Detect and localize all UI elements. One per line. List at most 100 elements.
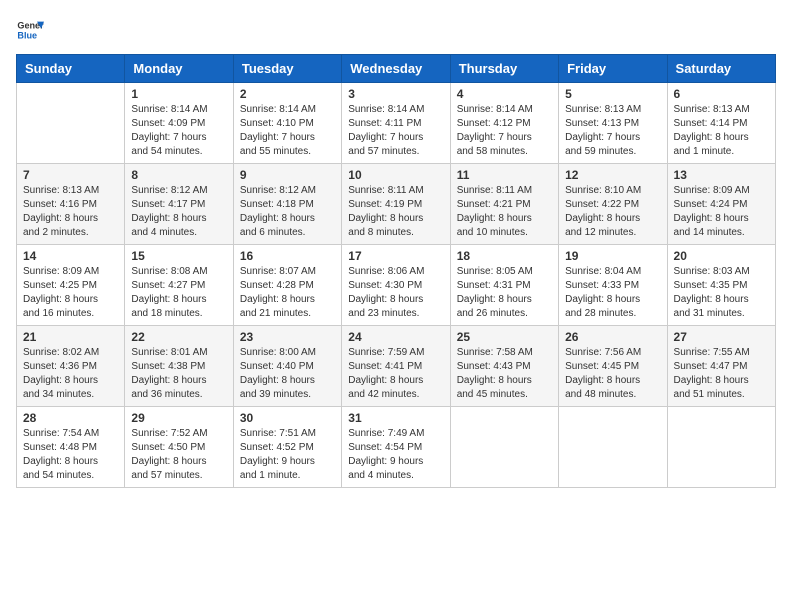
week-row-3: 21 Sunrise: 8:02 AM Sunset: 4:36 PM Dayli… [17, 326, 776, 407]
day-info: Sunrise: 8:13 AM Sunset: 4:13 PM Dayligh… [565, 103, 660, 159]
day-number: 4 [457, 87, 552, 101]
calendar-cell: 9 Sunrise: 8:12 AM Sunset: 4:18 PM Daylig… [233, 164, 341, 245]
calendar-cell: 23 Sunrise: 8:00 AM Sunset: 4:40 PM Dayli… [233, 326, 341, 407]
calendar-cell: 2 Sunrise: 8:14 AM Sunset: 4:10 PM Daylig… [233, 83, 341, 164]
day-number: 26 [565, 330, 660, 344]
calendar-cell: 19 Sunrise: 8:04 AM Sunset: 4:33 PM Dayli… [559, 245, 667, 326]
day-number: 25 [457, 330, 552, 344]
day-info: Sunrise: 7:51 AM Sunset: 4:52 PM Dayligh… [240, 427, 335, 483]
day-info: Sunrise: 8:14 AM Sunset: 4:11 PM Dayligh… [348, 103, 443, 159]
day-info: Sunrise: 8:12 AM Sunset: 4:17 PM Dayligh… [131, 184, 226, 240]
day-info: Sunrise: 8:06 AM Sunset: 4:30 PM Dayligh… [348, 265, 443, 321]
weekday-header-row: SundayMondayTuesdayWednesdayThursdayFrid… [17, 55, 776, 83]
weekday-header-sunday: Sunday [17, 55, 125, 83]
weekday-header-saturday: Saturday [667, 55, 775, 83]
day-number: 1 [131, 87, 226, 101]
day-number: 15 [131, 249, 226, 263]
week-row-0: 1 Sunrise: 8:14 AM Sunset: 4:09 PM Daylig… [17, 83, 776, 164]
day-info: Sunrise: 7:49 AM Sunset: 4:54 PM Dayligh… [348, 427, 443, 483]
calendar-cell [667, 407, 775, 488]
calendar-cell: 30 Sunrise: 7:51 AM Sunset: 4:52 PM Dayli… [233, 407, 341, 488]
calendar-cell: 31 Sunrise: 7:49 AM Sunset: 4:54 PM Dayli… [342, 407, 450, 488]
day-number: 30 [240, 411, 335, 425]
calendar-cell: 4 Sunrise: 8:14 AM Sunset: 4:12 PM Daylig… [450, 83, 558, 164]
calendar-cell: 20 Sunrise: 8:03 AM Sunset: 4:35 PM Dayli… [667, 245, 775, 326]
day-number: 12 [565, 168, 660, 182]
day-info: Sunrise: 8:04 AM Sunset: 4:33 PM Dayligh… [565, 265, 660, 321]
week-row-2: 14 Sunrise: 8:09 AM Sunset: 4:25 PM Dayli… [17, 245, 776, 326]
day-number: 10 [348, 168, 443, 182]
weekday-header-tuesday: Tuesday [233, 55, 341, 83]
week-row-1: 7 Sunrise: 8:13 AM Sunset: 4:16 PM Daylig… [17, 164, 776, 245]
day-info: Sunrise: 8:09 AM Sunset: 4:25 PM Dayligh… [23, 265, 118, 321]
svg-text:Blue: Blue [17, 30, 37, 40]
day-info: Sunrise: 7:55 AM Sunset: 4:47 PM Dayligh… [674, 346, 769, 402]
week-row-4: 28 Sunrise: 7:54 AM Sunset: 4:48 PM Dayli… [17, 407, 776, 488]
weekday-header-monday: Monday [125, 55, 233, 83]
day-info: Sunrise: 7:52 AM Sunset: 4:50 PM Dayligh… [131, 427, 226, 483]
day-info: Sunrise: 8:02 AM Sunset: 4:36 PM Dayligh… [23, 346, 118, 402]
calendar-cell [17, 83, 125, 164]
weekday-header-wednesday: Wednesday [342, 55, 450, 83]
calendar-cell [450, 407, 558, 488]
calendar-table: SundayMondayTuesdayWednesdayThursdayFrid… [16, 54, 776, 488]
day-info: Sunrise: 8:13 AM Sunset: 4:14 PM Dayligh… [674, 103, 769, 159]
calendar-cell: 22Sunrise: 8:01 AM Sunset: 4:38 PM Dayli… [125, 326, 233, 407]
day-number: 21 [23, 330, 118, 344]
calendar-cell: 21 Sunrise: 8:02 AM Sunset: 4:36 PM Dayli… [17, 326, 125, 407]
day-number: 29 [131, 411, 226, 425]
header: General Blue [16, 16, 776, 44]
calendar-cell: 27 Sunrise: 7:55 AM Sunset: 4:47 PM Dayli… [667, 326, 775, 407]
day-info: Sunrise: 8:08 AM Sunset: 4:27 PM Dayligh… [131, 265, 226, 321]
calendar-cell: 3Sunrise: 8:14 AM Sunset: 4:11 PM Daylig… [342, 83, 450, 164]
day-number: 28 [23, 411, 118, 425]
day-number: 20 [674, 249, 769, 263]
day-info: Sunrise: 8:14 AM Sunset: 4:09 PM Dayligh… [131, 103, 226, 159]
day-info: Sunrise: 8:13 AM Sunset: 4:16 PM Dayligh… [23, 184, 118, 240]
calendar-cell: 28 Sunrise: 7:54 AM Sunset: 4:48 PM Dayli… [17, 407, 125, 488]
day-number: 6 [674, 87, 769, 101]
calendar-cell: 25Sunrise: 7:58 AM Sunset: 4:43 PM Dayli… [450, 326, 558, 407]
day-info: Sunrise: 8:09 AM Sunset: 4:24 PM Dayligh… [674, 184, 769, 240]
day-number: 16 [240, 249, 335, 263]
day-number: 27 [674, 330, 769, 344]
day-number: 14 [23, 249, 118, 263]
calendar-cell: 29 Sunrise: 7:52 AM Sunset: 4:50 PM Dayli… [125, 407, 233, 488]
day-info: Sunrise: 8:11 AM Sunset: 4:19 PM Dayligh… [348, 184, 443, 240]
day-number: 13 [674, 168, 769, 182]
day-info: Sunrise: 7:59 AM Sunset: 4:41 PM Dayligh… [348, 346, 443, 402]
day-info: Sunrise: 8:05 AM Sunset: 4:31 PM Dayligh… [457, 265, 552, 321]
calendar-cell: 11 Sunrise: 8:11 AM Sunset: 4:21 PM Dayli… [450, 164, 558, 245]
day-number: 18 [457, 249, 552, 263]
day-number: 24 [348, 330, 443, 344]
day-number: 9 [240, 168, 335, 182]
calendar-cell: 24 Sunrise: 7:59 AM Sunset: 4:41 PM Dayli… [342, 326, 450, 407]
calendar-cell: 7 Sunrise: 8:13 AM Sunset: 4:16 PM Daylig… [17, 164, 125, 245]
day-info: Sunrise: 8:11 AM Sunset: 4:21 PM Dayligh… [457, 184, 552, 240]
day-info: Sunrise: 8:12 AM Sunset: 4:18 PM Dayligh… [240, 184, 335, 240]
calendar-cell [559, 407, 667, 488]
calendar-cell: 8Sunrise: 8:12 AM Sunset: 4:17 PM Daylig… [125, 164, 233, 245]
day-number: 31 [348, 411, 443, 425]
day-number: 23 [240, 330, 335, 344]
day-info: Sunrise: 8:00 AM Sunset: 4:40 PM Dayligh… [240, 346, 335, 402]
calendar-cell: 6 Sunrise: 8:13 AM Sunset: 4:14 PM Daylig… [667, 83, 775, 164]
logo: General Blue [16, 16, 44, 44]
calendar-cell: 10 Sunrise: 8:11 AM Sunset: 4:19 PM Dayli… [342, 164, 450, 245]
calendar-cell: 13 Sunrise: 8:09 AM Sunset: 4:24 PM Dayli… [667, 164, 775, 245]
day-info: Sunrise: 8:10 AM Sunset: 4:22 PM Dayligh… [565, 184, 660, 240]
day-number: 2 [240, 87, 335, 101]
day-info: Sunrise: 7:54 AM Sunset: 4:48 PM Dayligh… [23, 427, 118, 483]
day-info: Sunrise: 8:14 AM Sunset: 4:10 PM Dayligh… [240, 103, 335, 159]
day-number: 17 [348, 249, 443, 263]
weekday-header-thursday: Thursday [450, 55, 558, 83]
day-info: Sunrise: 8:01 AM Sunset: 4:38 PM Dayligh… [131, 346, 226, 402]
day-info: Sunrise: 8:03 AM Sunset: 4:35 PM Dayligh… [674, 265, 769, 321]
day-number: 19 [565, 249, 660, 263]
calendar-cell: 1 Sunrise: 8:14 AM Sunset: 4:09 PM Daylig… [125, 83, 233, 164]
weekday-header-friday: Friday [559, 55, 667, 83]
day-number: 7 [23, 168, 118, 182]
calendar-cell: 15 Sunrise: 8:08 AM Sunset: 4:27 PM Dayli… [125, 245, 233, 326]
day-info: Sunrise: 8:14 AM Sunset: 4:12 PM Dayligh… [457, 103, 552, 159]
day-number: 11 [457, 168, 552, 182]
